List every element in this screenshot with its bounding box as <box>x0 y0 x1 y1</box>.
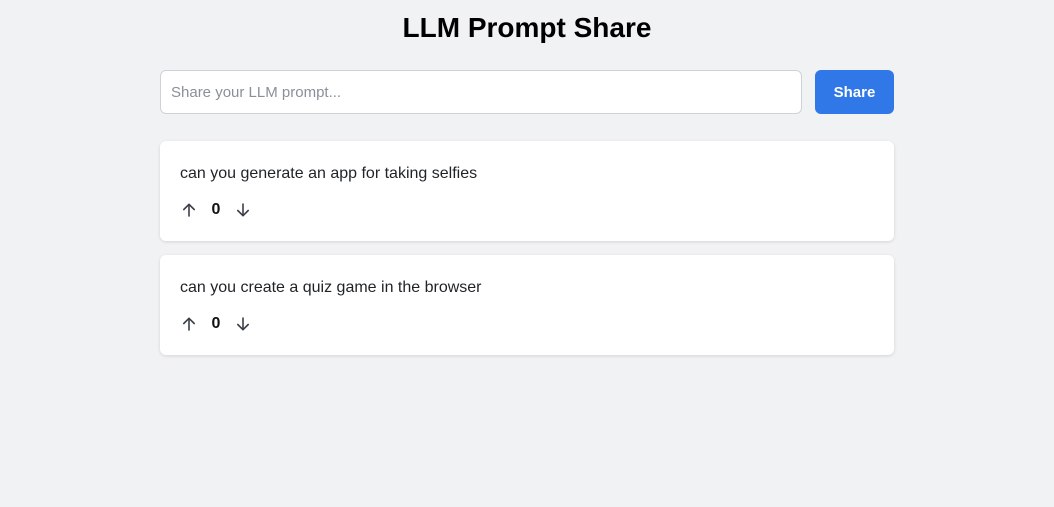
prompt-card: can you generate an app for taking selfi… <box>160 141 894 241</box>
vote-count: 0 <box>211 315 221 332</box>
vote-count: 0 <box>211 201 221 218</box>
arrow-up-icon[interactable] <box>180 313 198 335</box>
prompt-text: can you create a quiz game in the browse… <box>180 279 482 296</box>
compose-bar: Share <box>160 70 894 114</box>
page-title: LLM Prompt Share <box>402 12 652 43</box>
prompt-card: can you create a quiz game in the browse… <box>160 255 894 355</box>
arrow-down-icon[interactable] <box>234 199 252 221</box>
prompt-text: can you generate an app for taking selfi… <box>180 165 478 182</box>
app-root: LLM Prompt Share Share can you generate … <box>0 0 1054 507</box>
vote-controls: 0 <box>180 313 252 335</box>
arrow-down-icon[interactable] <box>234 313 252 335</box>
arrow-up-icon[interactable] <box>180 199 198 221</box>
share-button[interactable]: Share <box>815 70 894 114</box>
vote-controls: 0 <box>180 199 252 221</box>
prompt-input[interactable] <box>160 70 802 114</box>
prompt-list: can you generate an app for taking selfi… <box>160 141 894 369</box>
